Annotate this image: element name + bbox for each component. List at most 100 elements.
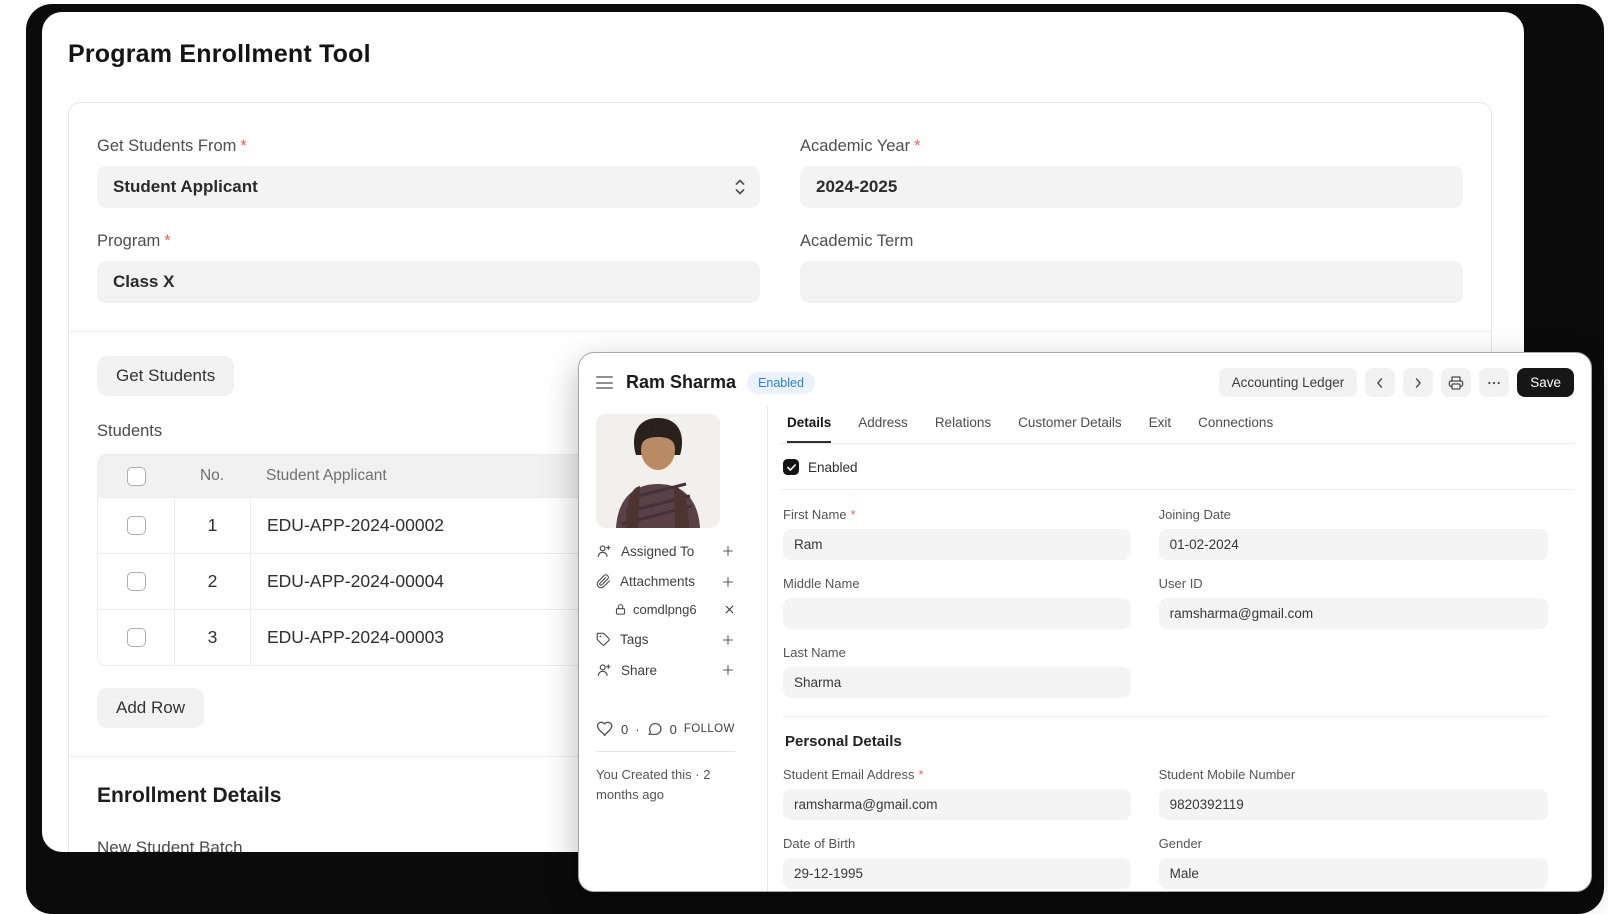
enabled-checkbox[interactable] <box>783 459 799 475</box>
get-students-button[interactable]: Get Students <box>97 356 234 396</box>
detail-tabs: Details Address Relations Customer Detai… <box>781 406 1574 444</box>
joining-date-input[interactable]: 01-02-2024 <box>1159 529 1548 560</box>
tab-exit[interactable]: Exit <box>1149 415 1172 443</box>
required-asterisk: * <box>240 137 246 155</box>
add-attachment-button[interactable] <box>721 575 735 589</box>
remove-attachment-icon[interactable] <box>724 604 735 615</box>
chevron-left-icon <box>1373 376 1387 390</box>
row-checkbox[interactable] <box>127 516 146 535</box>
print-button[interactable] <box>1441 368 1471 397</box>
student-email-input[interactable]: ramsharma@gmail.com <box>783 789 1131 820</box>
last-name-value: Sharma <box>794 675 841 690</box>
get-students-from-select[interactable]: Student Applicant <box>97 166 760 208</box>
field-student-mobile: Student Mobile Number 9820392119 <box>1159 767 1548 820</box>
printer-icon <box>1448 375 1464 391</box>
last-name-input[interactable]: Sharma <box>783 667 1131 698</box>
comment-icon[interactable] <box>647 721 663 737</box>
share-label: Share <box>621 663 657 678</box>
academic-term-label: Academic Term <box>800 232 913 250</box>
user-id-input[interactable]: ramsharma@gmail.com <box>1159 598 1548 629</box>
user-id-value: ramsharma@gmail.com <box>1170 606 1313 621</box>
student-photo[interactable] <box>596 414 720 528</box>
tab-customer-details[interactable]: Customer Details <box>1018 415 1122 443</box>
enabled-checkbox-label: Enabled <box>808 460 858 475</box>
academic-year-input[interactable]: 2024-2025 <box>800 166 1463 208</box>
dot-separator: · <box>635 722 639 737</box>
detail-toolbar: Accounting Ledger Save <box>1219 368 1574 397</box>
lock-icon <box>614 603 627 616</box>
menu-icon[interactable] <box>596 376 613 389</box>
tags-row: Tags <box>596 632 735 647</box>
sidebar-divider <box>596 751 735 752</box>
academic-year-label: Academic Year <box>800 137 910 155</box>
field-joining-date: Joining Date 01-02-2024 <box>1159 507 1548 560</box>
field-academic-term: Academic Term <box>800 232 1463 303</box>
chevron-up-down-icon <box>734 177 746 197</box>
tab-relations[interactable]: Relations <box>935 415 991 443</box>
field-student-email: Student Email Address * ramsharma@gmail.c… <box>783 767 1131 820</box>
get-students-from-value: Student Applicant <box>113 177 258 197</box>
more-options-button[interactable] <box>1479 368 1509 397</box>
required-asterisk: * <box>919 767 924 782</box>
first-name-input[interactable]: Ram <box>783 529 1131 560</box>
select-all-checkbox[interactable] <box>127 467 146 486</box>
student-name-title: Ram Sharma <box>626 372 736 393</box>
attachments-row: Attachments <box>596 574 735 589</box>
field-first-name: First Name* Ram <box>783 507 1131 560</box>
prev-record-button[interactable] <box>1365 368 1395 397</box>
tab-address[interactable]: Address <box>858 415 908 443</box>
field-date-of-birth: Date of Birth 29-12-1995 <box>783 836 1131 889</box>
attachment-item[interactable]: comdlpng6 <box>596 602 735 617</box>
created-info-text: You Created this · 2 months ago <box>596 765 728 804</box>
last-name-label: Last Name <box>783 645 846 660</box>
date-of-birth-input[interactable]: 29-12-1995 <box>783 858 1131 889</box>
row-checkbox[interactable] <box>127 572 146 591</box>
attachment-file-name: comdlpng6 <box>633 602 697 617</box>
tags-label: Tags <box>620 632 649 647</box>
student-detail-window: Ram Sharma Enabled Accounting Ledger Sav… <box>578 352 1592 892</box>
academic-term-input[interactable] <box>800 261 1463 303</box>
student-email-label: Student Email Address <box>783 767 915 782</box>
next-record-button[interactable] <box>1403 368 1433 397</box>
gender-input[interactable]: Male <box>1159 858 1548 889</box>
likes-count: 0 <box>621 722 628 737</box>
status-badge: Enabled <box>747 372 815 394</box>
page-title: Program Enrollment Tool <box>68 40 1498 69</box>
date-of-birth-value: 29-12-1995 <box>794 866 863 881</box>
add-share-button[interactable] <box>721 663 735 677</box>
field-user-id: User ID ramsharma@gmail.com <box>1159 576 1548 629</box>
save-button[interactable]: Save <box>1517 368 1574 397</box>
gender-value: Male <box>1170 866 1199 881</box>
field-gender: Gender Male <box>1159 836 1548 889</box>
first-name-label: First Name <box>783 507 847 522</box>
program-input[interactable]: Class X <box>97 261 760 303</box>
screenshot-stage: Program Enrollment Tool Get Students Fro… <box>0 0 1608 914</box>
heart-icon[interactable] <box>596 720 614 738</box>
joining-date-label: Joining Date <box>1159 507 1231 522</box>
add-row-button[interactable]: Add Row <box>97 688 204 728</box>
student-mobile-input[interactable]: 9820392119 <box>1159 789 1548 820</box>
student-email-value: ramsharma@gmail.com <box>794 797 937 812</box>
tab-connections[interactable]: Connections <box>1198 415 1273 443</box>
detail-content: Details Address Relations Customer Detai… <box>768 406 1574 891</box>
user-id-label: User ID <box>1159 576 1203 591</box>
joining-date-value: 01-02-2024 <box>1170 537 1239 552</box>
field-get-students-from: Get Students From* Student Applicant <box>97 137 760 208</box>
accounting-ledger-button[interactable]: Accounting Ledger <box>1219 368 1358 397</box>
middle-name-input[interactable] <box>783 598 1131 629</box>
personal-details-heading: Personal Details <box>785 733 1548 750</box>
get-students-from-label: Get Students From <box>97 137 236 155</box>
comments-count: 0 <box>670 722 677 737</box>
follow-button[interactable]: FOLLOW <box>684 723 735 735</box>
field-spacer <box>1159 645 1548 698</box>
middle-name-label: Middle Name <box>783 576 860 591</box>
tab-details[interactable]: Details <box>787 415 831 443</box>
assigned-to-row: Assigned To <box>596 543 735 559</box>
field-academic-year: Academic Year* 2024-2025 <box>800 137 1463 208</box>
tag-icon <box>596 632 611 647</box>
add-tag-button[interactable] <box>721 633 735 647</box>
add-assigned-button[interactable] <box>721 544 735 558</box>
row-checkbox[interactable] <box>127 628 146 647</box>
share-icon <box>596 662 612 678</box>
academic-year-value: 2024-2025 <box>816 177 897 197</box>
